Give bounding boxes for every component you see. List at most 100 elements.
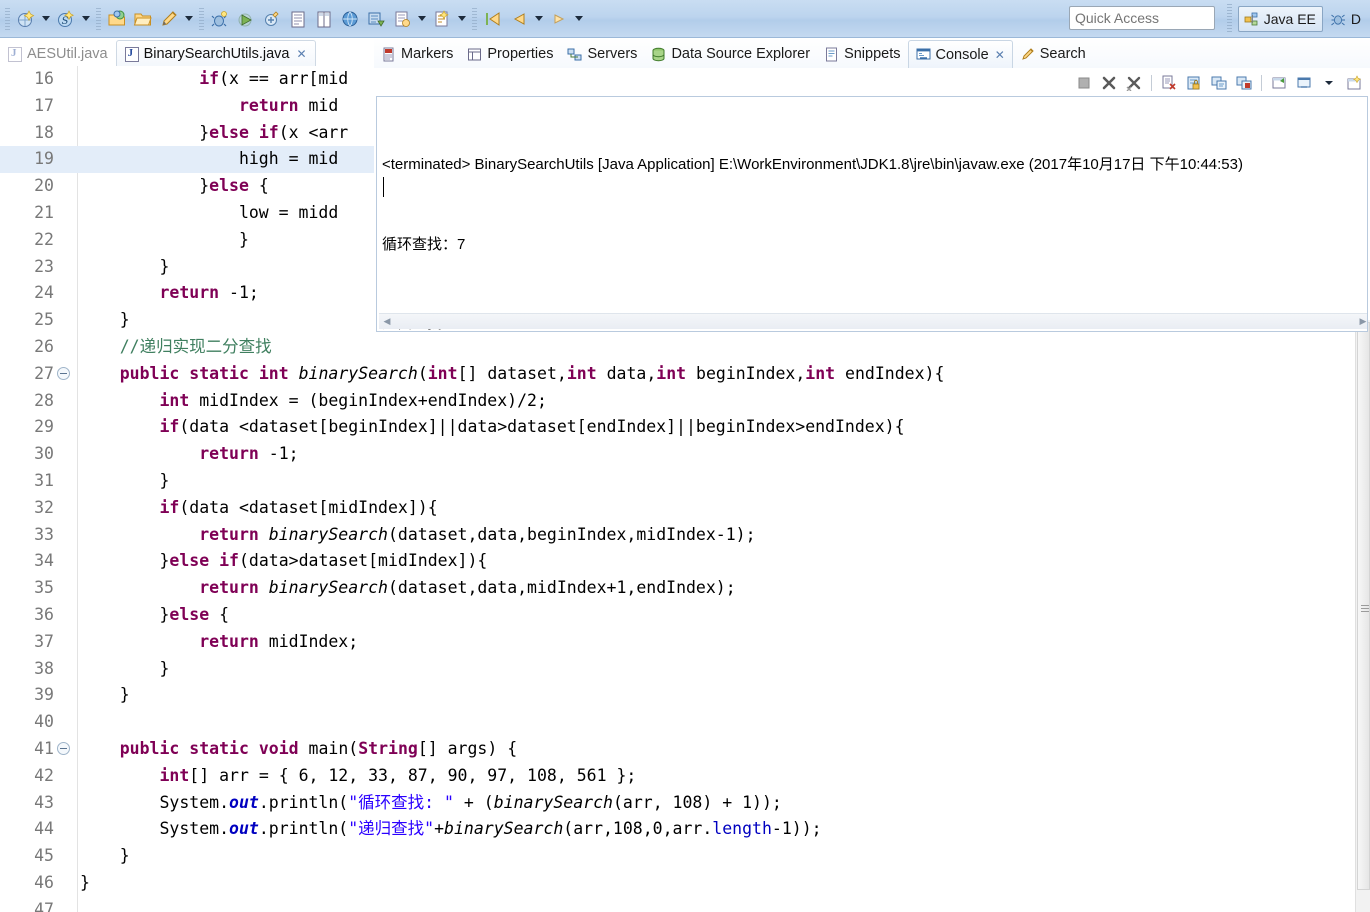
new-java-class-button[interactable] xyxy=(285,6,311,32)
code-line[interactable]: 36 }else { xyxy=(0,602,1370,629)
code-line[interactable]: 28 int midIndex = (beginIndex+endIndex)/… xyxy=(0,388,1370,415)
toolbar-grip-2[interactable] xyxy=(96,7,101,30)
console-tab-snippets[interactable]: Snippets xyxy=(817,40,907,68)
display-selected-console-button[interactable] xyxy=(1292,72,1316,94)
code-line[interactable]: 27 public static int binarySearch(int[] … xyxy=(0,361,1370,388)
new-annotation-dropdown[interactable] xyxy=(415,7,429,31)
toolbar-grip-3[interactable] xyxy=(199,7,204,30)
svg-text:S: S xyxy=(62,16,69,27)
code-line[interactable]: 42 int[] arr = { 6, 12, 33, 87, 90, 97, … xyxy=(0,763,1370,790)
run-button[interactable] xyxy=(233,6,259,32)
pencil-icon xyxy=(162,10,177,26)
close-icon[interactable]: ✕ xyxy=(995,48,1005,62)
code-line[interactable]: 45 } xyxy=(0,843,1370,870)
open-type-button[interactable] xyxy=(104,6,130,32)
code-line-text: }else { xyxy=(80,176,269,196)
toolbar-grip[interactable] xyxy=(5,7,10,30)
scroll-right-icon[interactable]: ▶ xyxy=(1355,315,1367,329)
editor-vertical-scrollbar[interactable] xyxy=(1355,320,1370,912)
line-number: 30 xyxy=(34,444,54,464)
console-tab-servers[interactable]: Servers xyxy=(560,40,644,68)
last-edit-location-button[interactable] xyxy=(480,6,506,32)
new-xml-dropdown[interactable] xyxy=(455,7,469,31)
open-web-browser-button[interactable] xyxy=(337,6,363,32)
open-console-button[interactable] xyxy=(1342,72,1366,94)
code-line[interactable]: 46} xyxy=(0,870,1370,897)
editor-tab-aesutil[interactable]: AESUtil.java xyxy=(0,40,116,68)
console-menu-arrow[interactable] xyxy=(1317,72,1341,94)
console-tab-search[interactable]: Search xyxy=(1013,40,1093,68)
perspective-debug[interactable]: D xyxy=(1325,6,1368,32)
external-tools-button[interactable] xyxy=(259,6,285,32)
new-wizard-button[interactable] xyxy=(13,6,39,32)
remove-all-terminated-button[interactable] xyxy=(1122,72,1146,94)
debug-button[interactable] xyxy=(207,6,233,32)
code-line[interactable]: 41 public static void main(String[] args… xyxy=(0,736,1370,763)
line-number: 41 xyxy=(34,738,54,758)
new-annotation-button[interactable] xyxy=(389,6,415,32)
scroll-lock-button[interactable] xyxy=(1182,72,1206,94)
edit-pencil-dropdown[interactable] xyxy=(182,7,196,31)
perspective-java-ee[interactable]: Java EE xyxy=(1237,6,1323,32)
code-line[interactable]: 33 return binarySearch(dataset,data,begi… xyxy=(0,522,1370,549)
console-tab-data-source-explorer[interactable]: Data Source Explorer xyxy=(644,40,817,68)
perspective-grip[interactable] xyxy=(1227,4,1232,32)
scrollbar-thumb[interactable] xyxy=(1357,322,1370,890)
line-number: 40 xyxy=(34,712,54,732)
line-number: 18 xyxy=(34,122,54,142)
code-line-text: public static int binarySearch(int[] dat… xyxy=(119,363,945,383)
code-line[interactable]: 44 System.out.println("递归查找"+binarySearc… xyxy=(0,816,1370,843)
code-line[interactable]: 39 } xyxy=(0,682,1370,709)
new-server-button[interactable] xyxy=(363,6,389,32)
close-icon[interactable]: ✕ xyxy=(296,47,306,61)
code-line[interactable]: 29 if(data <dataset[beginIndex]||data>da… xyxy=(0,414,1370,441)
pin-console-button[interactable] xyxy=(1267,72,1291,94)
code-line[interactable]: 34 }else if(data>dataset[midIndex]){ xyxy=(0,548,1370,575)
line-number: 21 xyxy=(34,202,54,222)
code-line[interactable]: 37 return midIndex; xyxy=(0,629,1370,656)
console-output-area[interactable]: <terminated> BinarySearchUtils [Java App… xyxy=(376,96,1368,332)
snippets-icon xyxy=(824,47,839,62)
remove-launch-button[interactable] xyxy=(1097,72,1121,94)
clear-console-button[interactable] xyxy=(1157,72,1181,94)
new-wizard-dropdown[interactable] xyxy=(39,7,53,31)
code-line[interactable]: 47 xyxy=(0,897,1370,912)
code-line[interactable]: 26 //递归实现二分查找 xyxy=(0,334,1370,361)
code-line[interactable]: 32 if(data <dataset[midIndex]){ xyxy=(0,495,1370,522)
forward-button[interactable] xyxy=(546,6,572,32)
code-line[interactable]: 43 System.out.println("循环查找: " + (binary… xyxy=(0,790,1370,817)
console-tab-properties[interactable]: Properties xyxy=(460,40,560,68)
save-all-dropdown[interactable] xyxy=(79,7,93,31)
scroll-left-icon[interactable]: ◀ xyxy=(379,315,395,329)
console-output-text: <terminated> BinarySearchUtils [Java App… xyxy=(382,99,1365,331)
back-dropdown[interactable] xyxy=(532,7,546,31)
editor-tab-binarysearchutils[interactable]: BinarySearchUtils.java ✕ xyxy=(115,40,316,68)
line-number: 47 xyxy=(34,899,54,912)
fold-collapse-icon[interactable] xyxy=(57,366,70,380)
save-all-button[interactable]: S xyxy=(53,6,79,32)
console-tab-console[interactable]: Console ✕ xyxy=(907,40,1013,68)
perspective-java-ee-label: Java EE xyxy=(1263,11,1316,27)
data-source-icon xyxy=(651,47,666,62)
toolbar-grip-4[interactable] xyxy=(472,7,477,30)
code-line[interactable]: 40 xyxy=(0,709,1370,736)
terminate-button[interactable] xyxy=(1072,72,1096,94)
back-button[interactable] xyxy=(506,6,532,32)
quick-access-input[interactable] xyxy=(1069,6,1215,30)
forward-dropdown[interactable] xyxy=(572,7,586,31)
forward-arrow-icon xyxy=(554,13,565,24)
code-line[interactable]: 38 } xyxy=(0,656,1370,683)
open-resource-button[interactable] xyxy=(130,6,156,32)
code-line[interactable]: 30 return -1; xyxy=(0,441,1370,468)
code-line[interactable]: 31 } xyxy=(0,468,1370,495)
edit-pencil-button[interactable] xyxy=(156,6,182,32)
show-console-on-error-button[interactable] xyxy=(1232,72,1256,94)
new-xml-button[interactable] xyxy=(429,6,455,32)
console-tab-markers[interactable]: Markers xyxy=(374,40,460,68)
java-file-icon xyxy=(8,46,22,62)
fold-collapse-icon[interactable] xyxy=(57,741,70,755)
show-console-on-output-button[interactable] xyxy=(1207,72,1231,94)
code-line[interactable]: 35 return binarySearch(dataset,data,midI… xyxy=(0,575,1370,602)
console-horizontal-scrollbar[interactable]: ◀ ▶ xyxy=(379,313,1367,329)
new-java-package-button[interactable] xyxy=(311,6,337,32)
